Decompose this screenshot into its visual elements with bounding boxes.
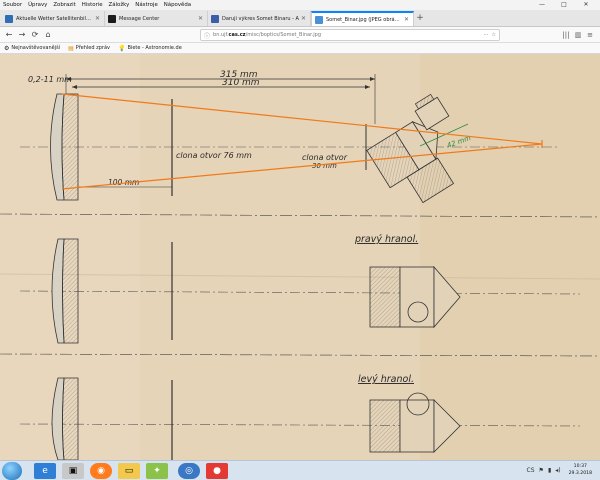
tab-weather[interactable]: Aktuelle Wetter Satellitenbilder ✕ (2, 11, 105, 26)
dim-310-label: 310 mm (222, 78, 260, 88)
clock-date: 29.3.2018 (568, 471, 592, 476)
bookmark-star-icon[interactable]: ☆ (492, 32, 496, 38)
field-stop-label: clona otvor (302, 153, 348, 162)
tab-title: Daruji výkres Somet Binaru - A (222, 15, 299, 22)
new-tab-button[interactable]: + (414, 11, 426, 26)
system-tray: CS ⚑ ▮ ◂) 10:37 29.3.2018 (527, 463, 592, 477)
hamburger-menu-icon[interactable]: ≡ (584, 29, 596, 41)
menu-zobrazit[interactable]: Zobrazit (53, 2, 75, 8)
url-domain: cas.cz (228, 32, 246, 38)
menu-nastroje[interactable]: Nástroje (135, 2, 157, 8)
tab-title: Message Center (119, 15, 160, 22)
folder-icon[interactable]: ▭ (118, 463, 140, 479)
volume-icon[interactable]: ◂) (555, 467, 560, 474)
tab-bar: Aktuelle Wetter Satellitenbilder ✕ Messa… (0, 10, 600, 27)
page-actions-icon[interactable]: ⋯ (484, 32, 489, 38)
recorder-icon[interactable]: ● (206, 463, 228, 479)
clock-time: 10:37 (573, 464, 587, 469)
tab-title: Aktuelle Wetter Satellitenbilder (16, 15, 93, 22)
home-button[interactable]: ⌂ (42, 29, 54, 41)
dim-02-11-label: 0,2-11 mm (28, 75, 72, 84)
menu-bar: Soubor Úpravy Zobrazit Historie Záložky … (0, 0, 600, 10)
close-tab-icon[interactable]: ✕ (95, 15, 101, 22)
menu-soubor[interactable]: Soubor (3, 2, 22, 8)
right-prism-label: pravý hranol. (354, 234, 418, 245)
info-icon[interactable]: ⓘ (204, 31, 210, 40)
image-icon (315, 15, 323, 24)
optical-drawing: 315 mm 310 mm 0,2-11 mm clona otvor 76 m… (0, 54, 600, 460)
explorer-icon[interactable]: e (34, 463, 56, 479)
aperture-stop-label: clona otvor 76 mm (176, 151, 252, 160)
firefox-icon[interactable]: ◉ (90, 463, 112, 479)
flag-icon[interactable]: ⚑ (539, 467, 544, 474)
menu-zalozky[interactable]: Záložky (109, 2, 130, 8)
bookmark-most-visited[interactable]: ⚙ Nejnavštěvovanější (4, 45, 60, 52)
reload-button[interactable]: ⟳ (29, 29, 41, 41)
window-controls: — □ ✕ (534, 0, 600, 10)
menu-historie[interactable]: Historie (82, 2, 103, 8)
forward-button[interactable]: → (16, 29, 28, 41)
close-window-button[interactable]: ✕ (578, 0, 594, 10)
url-path: /misc/boptics/Somet_Binar.jpg (245, 32, 321, 38)
tab-title: Somet_Binar.jpg (JPEG obrázek) (326, 16, 402, 23)
sidebar-icon[interactable]: ▥ (572, 29, 584, 41)
maximize-button[interactable]: □ (556, 0, 572, 10)
taskbar: e ▣ ◉ ▭ ✦ ◎ ● CS ⚑ ▮ ◂) 10:37 29.3.2018 (0, 460, 600, 480)
navigation-bar: ← → ⟳ ⌂ ⓘ bn.ujf. cas.cz /misc/boptics/S… (0, 27, 600, 43)
bulb-icon: 💡 (118, 44, 126, 52)
weather-icon (5, 14, 13, 23)
clock[interactable]: 10:37 29.3.2018 (569, 463, 592, 477)
minimize-button[interactable]: — (534, 0, 550, 10)
bookmarks-bar: ⚙ Nejnavštěvovanější ▤ Přehled zpráv 💡 B… (0, 43, 600, 54)
message-icon (108, 14, 116, 23)
rss-icon: ▤ (68, 44, 74, 52)
left-prism-label: levý hranol. (358, 374, 414, 385)
bookmark-label: Přehled zpráv (75, 45, 111, 51)
bookmark-astronomie[interactable]: 💡 Biete - Astronomie.de (118, 45, 182, 52)
network-tray-icon[interactable]: ▮ (548, 467, 551, 474)
file-manager-icon[interactable]: ▣ (62, 463, 84, 479)
tab-forum[interactable]: Daruji výkres Somet Binaru - A ✕ (208, 11, 311, 26)
back-button[interactable]: ← (3, 29, 15, 41)
tab-somet-binar[interactable]: Somet_Binar.jpg (JPEG obrázek) ✕ (311, 11, 414, 26)
close-tab-icon[interactable]: ✕ (404, 16, 410, 23)
image-viewport: 315 mm 310 mm 0,2-11 mm clona otvor 76 m… (0, 54, 600, 460)
start-button[interactable] (2, 462, 22, 480)
bookmark-news[interactable]: ▤ Přehled zpráv (68, 45, 110, 52)
close-tab-icon[interactable]: ✕ (301, 15, 307, 22)
menu-upravy[interactable]: Úpravy (28, 2, 47, 8)
close-tab-icon[interactable]: ✕ (198, 15, 204, 22)
url-bar[interactable]: ⓘ bn.ujf. cas.cz /misc/boptics/Somet_Bin… (200, 29, 500, 41)
forum-icon (211, 14, 219, 23)
language-indicator[interactable]: CS (527, 467, 535, 474)
photos-icon[interactable]: ✦ (146, 463, 168, 479)
library-icon[interactable]: ||| (560, 29, 572, 41)
gear-icon: ⚙ (4, 44, 10, 52)
bookmark-label: Biete - Astronomie.de (127, 45, 182, 51)
menu-napoveda[interactable]: Nápověda (164, 2, 191, 8)
network-icon[interactable]: ◎ (178, 463, 200, 479)
tab-message-center[interactable]: Message Center ✕ (105, 11, 208, 26)
url-prefix: bn.ujf. (213, 32, 229, 38)
bookmark-label: Nejnavštěvovanější (11, 45, 61, 51)
